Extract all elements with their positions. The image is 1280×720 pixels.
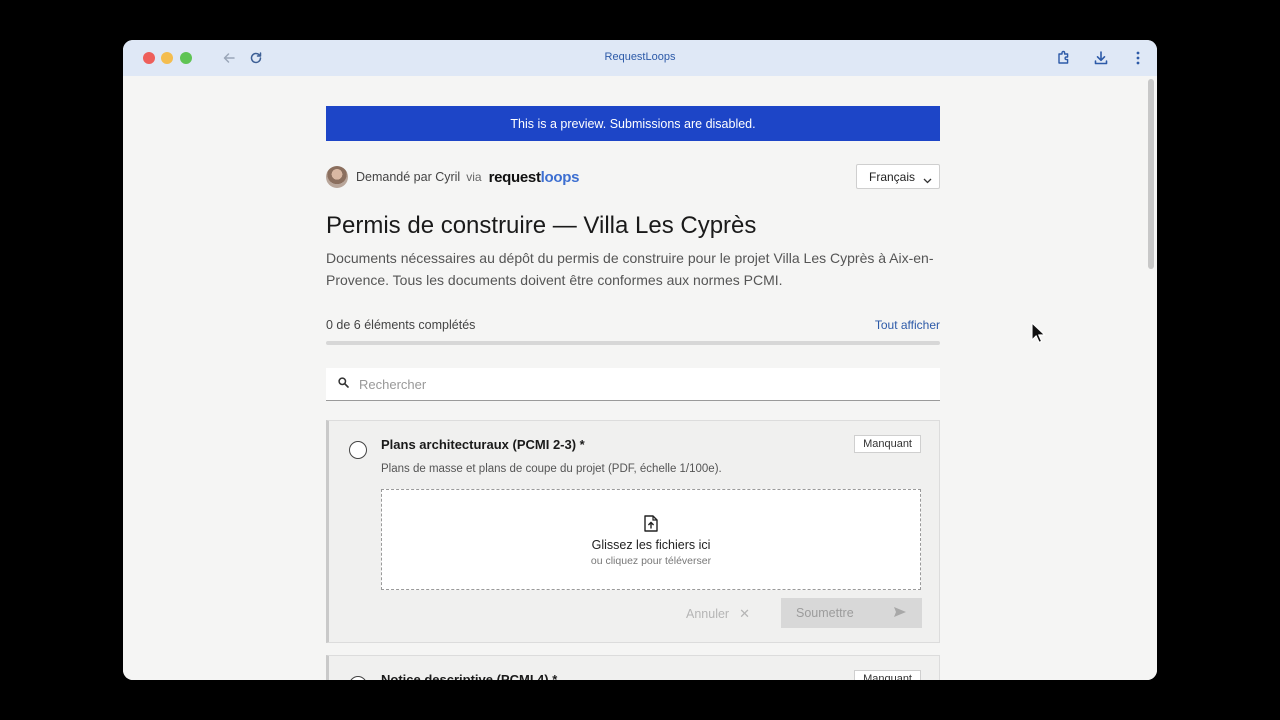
close-icon: ✕ xyxy=(739,606,750,621)
requester-info: Demandé par Cyril via requestloops xyxy=(326,165,579,189)
mouse-cursor-icon xyxy=(1031,322,1045,343)
logo-part-request: request xyxy=(488,168,541,186)
more-menu-icon[interactable] xyxy=(1128,48,1148,68)
file-upload-icon xyxy=(644,515,658,537)
item-complete-radio[interactable] xyxy=(349,676,367,680)
item-complete-radio[interactable] xyxy=(349,441,367,459)
item-description: Plans de masse et plans de coupe du proj… xyxy=(381,463,722,475)
window-title: RequestLoops xyxy=(604,51,676,63)
cancel-button-label: Annuler xyxy=(686,607,730,621)
chevron-down-icon xyxy=(923,173,932,187)
dropzone-sub-text: ou cliquez pour téléverser xyxy=(590,555,712,567)
checklist-item: Plans architecturaux (PCMI 2-3) * Manqua… xyxy=(326,420,940,643)
page-description: Documents nécessaires au dépôt du permis… xyxy=(326,250,934,288)
requested-by-text: Demandé par Cyril xyxy=(356,170,461,184)
page-scrollbar[interactable] xyxy=(1145,76,1157,680)
requestloops-logo: requestloops xyxy=(489,169,580,186)
show-all-link[interactable]: Tout afficher xyxy=(875,318,940,332)
logo-part-loops: loops xyxy=(540,168,580,186)
dropzone-main-text: Glissez les fichiers ici xyxy=(591,538,711,552)
submit-button-label: Soumettre xyxy=(796,606,854,620)
progress-label: 0 de 6 éléments complétés xyxy=(326,318,476,332)
preview-banner: This is a preview. Submissions are disab… xyxy=(326,106,940,141)
file-dropzone[interactable]: Glissez les fichiers ici ou cliquez pour… xyxy=(381,489,921,590)
search-icon xyxy=(338,375,349,393)
page-title: Permis de construire — Villa Les Cyprès xyxy=(326,212,757,239)
language-select-value: Français xyxy=(869,169,916,184)
search-input[interactable] xyxy=(359,376,919,392)
scrollbar-thumb[interactable] xyxy=(1148,79,1154,269)
cancel-button[interactable]: Annuler ✕ xyxy=(686,606,750,622)
download-icon[interactable] xyxy=(1091,48,1111,68)
title-bar: RequestLoops xyxy=(123,40,1157,76)
progress-bar xyxy=(326,341,940,345)
search-box[interactable] xyxy=(326,368,940,401)
send-icon xyxy=(893,606,907,621)
checklist-item: Notice descriptive (PCMI 4) * Manquant xyxy=(326,655,940,680)
status-badge: Manquant xyxy=(854,435,921,453)
item-title: Notice descriptive (PCMI 4) * xyxy=(381,672,558,680)
avatar xyxy=(326,166,348,188)
extensions-icon[interactable] xyxy=(1054,48,1074,68)
item-title: Plans architecturaux (PCMI 2-3) * xyxy=(381,437,585,452)
status-badge: Manquant xyxy=(854,670,921,680)
submit-button[interactable]: Soumettre xyxy=(781,598,922,628)
language-select[interactable]: Français xyxy=(856,164,940,189)
page-viewport: This is a preview. Submissions are disab… xyxy=(123,76,1157,680)
via-text: via xyxy=(466,170,482,184)
browser-window: RequestLoops This is a preview. Submissi… xyxy=(123,40,1157,680)
